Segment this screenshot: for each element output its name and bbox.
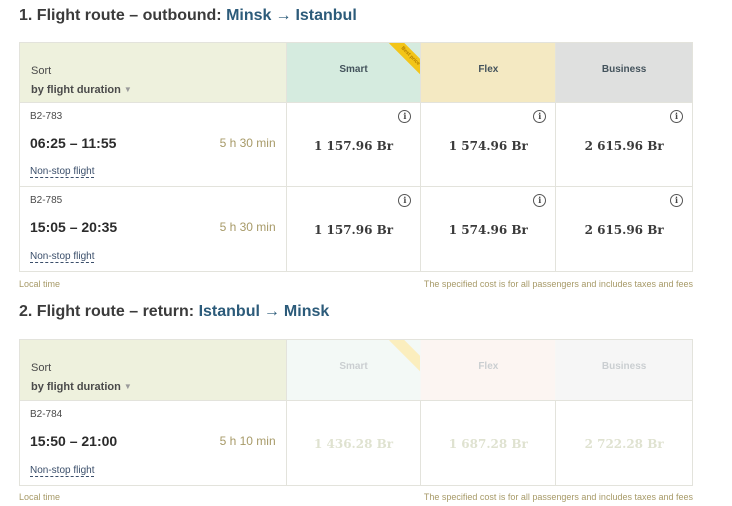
fare-label-smart: Smart [339, 64, 368, 75]
price-cell-flex[interactable]: i 1 574.96 Br [421, 103, 557, 186]
fare-header-business: Business [556, 340, 693, 400]
price-cell-smart[interactable]: 1 436.28 Br [287, 401, 422, 485]
flight-info: B2-783 06:25 – 11:55 5 h 30 min Non-stop… [20, 103, 287, 186]
table-row: B2-784 15:50 – 21:00 5 h 10 min Non-stop… [20, 401, 692, 485]
info-icon[interactable]: i [533, 110, 547, 123]
local-time-note: Local time [19, 492, 61, 502]
flight-duration: 5 h 10 min [219, 434, 276, 448]
flight-duration: 5 h 30 min [219, 136, 276, 150]
info-icon[interactable]: i [533, 194, 547, 207]
table-row: B2-785 15:05 – 20:35 5 h 30 min Non-stop… [20, 187, 692, 271]
fare-header-flex: Flex [421, 340, 557, 400]
info-icon[interactable]: i [398, 194, 412, 207]
flight-info: B2-785 15:05 – 20:35 5 h 30 min Non-stop… [20, 187, 287, 271]
cost-note: The specified cost is for all passengers… [423, 279, 693, 289]
price-cell-business[interactable]: 2 722.28 Br [556, 401, 692, 485]
arrow-right-icon: → [263, 303, 280, 320]
sort-control[interactable]: Sort by flight duration ▼ [20, 43, 287, 102]
chevron-down-icon: ▼ [123, 382, 132, 391]
outbound-route-title: 1. Flight route – outbound: Minsk → Istanb… [19, 7, 357, 25]
price-business: 2 615.96 Br [584, 223, 664, 237]
cost-note: The specified cost is for all passengers… [423, 492, 693, 502]
return-route-title: 2. Flight route – return: Istanbul → Minsk [19, 303, 329, 321]
flight-info: B2-784 15:50 – 21:00 5 h 10 min Non-stop… [20, 401, 287, 485]
price-smart: 1 436.28 Br [313, 437, 394, 451]
return-heading-prefix: 2. Flight route – return: [19, 303, 195, 320]
nonstop-flight-link[interactable]: Non-stop flight [30, 166, 95, 178]
fare-header-flex: Flex [421, 43, 557, 102]
fare-header-row: Sort by flight duration ▼ Smart Best pric… [20, 43, 693, 103]
flight-time: 06:25 – 11:55 [30, 135, 117, 151]
fare-label-business: Business [601, 64, 647, 75]
info-icon[interactable]: i [398, 110, 412, 123]
price-cell-smart[interactable]: i 1 157.96 Br [287, 187, 422, 271]
fare-label-flex: Flex [478, 361, 499, 372]
outbound-flight-table: Sort by flight duration ▼ Smart Best pric… [19, 42, 693, 272]
fare-header-row: Sort by flight duration ▼ Smart Flex Busi… [20, 340, 693, 401]
outbound-origin-city: Minsk [226, 7, 272, 24]
sort-label: Sort [31, 65, 52, 77]
arrow-right-icon: → [275, 7, 292, 24]
price-smart: 1 157.96 Br [313, 139, 394, 153]
local-time-note: Local time [19, 279, 61, 289]
info-icon[interactable]: i [670, 110, 684, 123]
price-cell-flex[interactable]: i 1 574.96 Br [421, 187, 557, 271]
price-flex: 1 687.28 Br [448, 437, 528, 451]
price-cell-smart[interactable]: i 1 157.96 Br [287, 103, 422, 186]
fare-label-smart: Smart [339, 361, 368, 372]
flight-number: B2-785 [30, 195, 63, 206]
price-cell-business[interactable]: i 2 615.96 Br [556, 187, 692, 271]
price-smart: 1 157.96 Br [313, 223, 394, 237]
info-icon[interactable]: i [670, 194, 684, 207]
table-row: B2-783 06:25 – 11:55 5 h 30 min Non-stop… [20, 103, 692, 187]
outbound-heading-prefix: 1. Flight route – outbound: [19, 7, 222, 24]
flight-number: B2-783 [30, 111, 63, 122]
price-cell-business[interactable]: i 2 615.96 Br [556, 103, 692, 186]
return-destination-city: Minsk [283, 303, 330, 320]
fare-header-smart: Smart [286, 340, 422, 400]
price-cell-flex[interactable]: 1 687.28 Br [421, 401, 557, 485]
outbound-destination-city: Istanbul [295, 7, 357, 24]
fare-header-business: Business [556, 43, 693, 102]
price-business: 2 722.28 Br [584, 437, 664, 451]
chevron-down-icon: ▼ [123, 85, 132, 94]
best-price-ribbon: Best price [389, 43, 421, 78]
nonstop-flight-link[interactable]: Non-stop flight [30, 465, 95, 477]
sort-label: Sort [31, 362, 52, 374]
return-origin-city: Istanbul [198, 303, 260, 320]
price-business: 2 615.96 Br [584, 139, 664, 153]
fare-label-business: Business [601, 361, 647, 372]
flight-time: 15:50 – 21:00 [30, 433, 118, 449]
flight-duration: 5 h 30 min [219, 220, 276, 234]
sort-control[interactable]: Sort by flight duration ▼ [20, 340, 287, 400]
return-flight-table: Sort by flight duration ▼ Smart Flex Busi… [19, 339, 693, 486]
fare-label-flex: Flex [478, 64, 499, 75]
fare-header-smart: Smart Best price [286, 43, 422, 102]
sort-value[interactable]: by flight duration [31, 381, 121, 393]
price-flex: 1 574.96 Br [448, 223, 528, 237]
sort-value[interactable]: by flight duration [31, 84, 121, 96]
flight-number: B2-784 [30, 409, 63, 420]
ribbon-decoration [389, 340, 421, 375]
nonstop-flight-link[interactable]: Non-stop flight [30, 251, 95, 263]
flight-time: 15:05 – 20:35 [30, 219, 118, 235]
price-flex: 1 574.96 Br [448, 139, 528, 153]
